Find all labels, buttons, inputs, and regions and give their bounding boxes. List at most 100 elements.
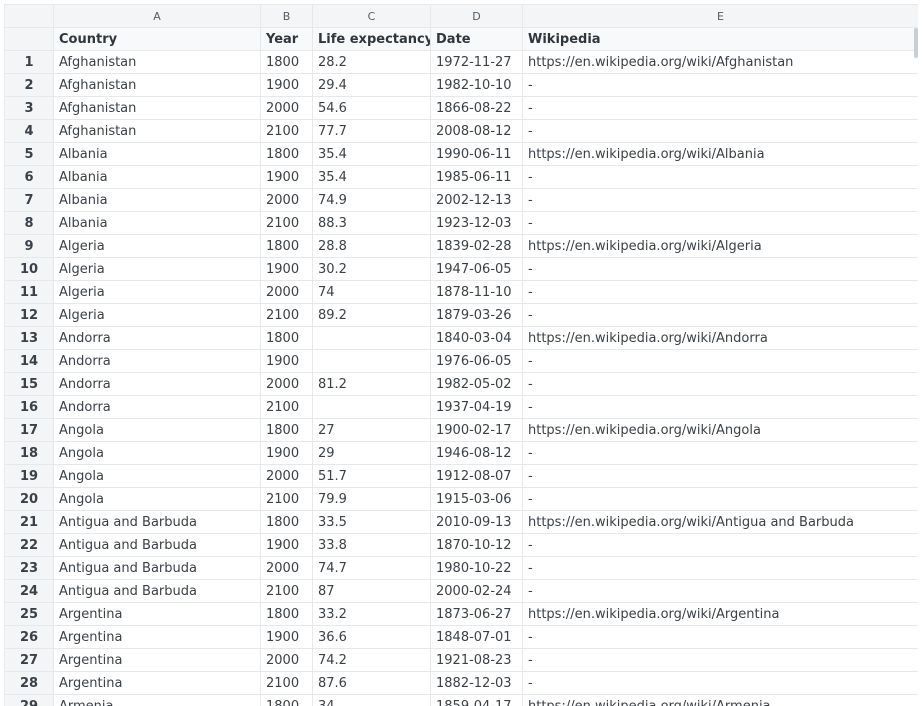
life-expectancy-cell[interactable]: 34 xyxy=(312,694,431,706)
country-cell[interactable]: Albania xyxy=(53,142,261,166)
country-cell[interactable]: Antigua and Barbuda xyxy=(53,579,261,603)
vertical-scrollbar[interactable] xyxy=(914,28,918,58)
year-cell[interactable]: 1800 xyxy=(260,50,313,74)
row-number[interactable]: 13 xyxy=(4,326,54,350)
year-cell[interactable]: 2100 xyxy=(260,487,313,511)
wikipedia-cell[interactable]: - xyxy=(522,96,918,120)
life-expectancy-cell[interactable]: 87.6 xyxy=(312,671,431,695)
wikipedia-cell[interactable]: https://en.wikipedia.org/wiki/Argentina xyxy=(522,602,918,626)
country-cell[interactable]: Argentina xyxy=(53,602,261,626)
year-cell[interactable]: 2100 xyxy=(260,119,313,143)
date-cell[interactable]: 1912-08-07 xyxy=(430,464,523,488)
row-number[interactable]: 4 xyxy=(4,119,54,143)
country-cell[interactable]: Afghanistan xyxy=(53,50,261,74)
wikipedia-cell[interactable]: - xyxy=(522,625,918,649)
life-expectancy-cell[interactable]: 81.2 xyxy=(312,372,431,396)
country-cell[interactable]: Antigua and Barbuda xyxy=(53,556,261,580)
date-cell[interactable]: 1900-02-17 xyxy=(430,418,523,442)
wikipedia-cell[interactable]: https://en.wikipedia.org/wiki/Andorra xyxy=(522,326,918,350)
year-cell[interactable]: 1800 xyxy=(260,602,313,626)
life-expectancy-cell[interactable]: 79.9 xyxy=(312,487,431,511)
row-number[interactable]: 9 xyxy=(4,234,54,258)
year-cell[interactable]: 2000 xyxy=(260,188,313,212)
date-cell[interactable]: 1878-11-10 xyxy=(430,280,523,304)
year-cell[interactable]: 2100 xyxy=(260,211,313,235)
row-number[interactable]: 27 xyxy=(4,648,54,672)
year-cell[interactable]: 1900 xyxy=(260,349,313,373)
column-letter-a[interactable]: A xyxy=(53,4,261,28)
row-number[interactable]: 1 xyxy=(4,50,54,74)
year-cell[interactable]: 1900 xyxy=(260,625,313,649)
date-cell[interactable]: 1982-05-02 xyxy=(430,372,523,396)
country-cell[interactable]: Argentina xyxy=(53,671,261,695)
date-cell[interactable]: 1972-11-27 xyxy=(430,50,523,74)
country-cell[interactable]: Argentina xyxy=(53,648,261,672)
life-expectancy-cell[interactable]: 33.8 xyxy=(312,533,431,557)
life-expectancy-cell[interactable]: 89.2 xyxy=(312,303,431,327)
life-expectancy-cell[interactable]: 28.2 xyxy=(312,50,431,74)
life-expectancy-cell[interactable]: 35.4 xyxy=(312,165,431,189)
row-number[interactable]: 18 xyxy=(4,441,54,465)
wikipedia-cell[interactable]: - xyxy=(522,464,918,488)
wikipedia-cell[interactable]: - xyxy=(522,648,918,672)
date-cell[interactable]: 1848-07-01 xyxy=(430,625,523,649)
date-cell[interactable]: 1840-03-04 xyxy=(430,326,523,350)
row-number[interactable]: 20 xyxy=(4,487,54,511)
row-number[interactable]: 6 xyxy=(4,165,54,189)
date-cell[interactable]: 1923-12-03 xyxy=(430,211,523,235)
wikipedia-cell[interactable]: - xyxy=(522,211,918,235)
date-cell[interactable]: 1839-02-28 xyxy=(430,234,523,258)
country-cell[interactable]: Albania xyxy=(53,165,261,189)
country-cell[interactable]: Afghanistan xyxy=(53,96,261,120)
life-expectancy-cell[interactable]: 27 xyxy=(312,418,431,442)
life-expectancy-cell[interactable]: 74.2 xyxy=(312,648,431,672)
year-cell[interactable]: 1900 xyxy=(260,165,313,189)
date-cell[interactable]: 2010-09-13 xyxy=(430,510,523,534)
wikipedia-cell[interactable]: https://en.wikipedia.org/wiki/Algeria xyxy=(522,234,918,258)
header-row-number[interactable] xyxy=(4,27,54,51)
life-expectancy-cell[interactable]: 35.4 xyxy=(312,142,431,166)
wikipedia-cell[interactable]: https://en.wikipedia.org/wiki/Albania xyxy=(522,142,918,166)
row-number[interactable]: 3 xyxy=(4,96,54,120)
life-expectancy-cell[interactable]: 77.7 xyxy=(312,119,431,143)
row-number[interactable]: 23 xyxy=(4,556,54,580)
row-number[interactable]: 10 xyxy=(4,257,54,281)
wikipedia-cell[interactable]: - xyxy=(522,671,918,695)
life-expectancy-cell[interactable]: 74.7 xyxy=(312,556,431,580)
date-cell[interactable]: 1947-06-05 xyxy=(430,257,523,281)
year-cell[interactable]: 2100 xyxy=(260,303,313,327)
life-expectancy-cell[interactable]: 74.9 xyxy=(312,188,431,212)
year-cell[interactable]: 1900 xyxy=(260,73,313,97)
date-cell[interactable]: 1921-08-23 xyxy=(430,648,523,672)
country-cell[interactable]: Angola xyxy=(53,418,261,442)
row-number[interactable]: 25 xyxy=(4,602,54,626)
row-number[interactable]: 2 xyxy=(4,73,54,97)
column-letter-c[interactable]: C xyxy=(312,4,431,28)
year-cell[interactable]: 1800 xyxy=(260,142,313,166)
life-expectancy-cell[interactable]: 30.2 xyxy=(312,257,431,281)
date-cell[interactable]: 1946-08-12 xyxy=(430,441,523,465)
row-number[interactable]: 21 xyxy=(4,510,54,534)
date-cell[interactable]: 2000-02-24 xyxy=(430,579,523,603)
life-expectancy-cell[interactable]: 54.6 xyxy=(312,96,431,120)
country-cell[interactable]: Algeria xyxy=(53,303,261,327)
row-number[interactable]: 8 xyxy=(4,211,54,235)
header-cell-date[interactable]: Date xyxy=(430,27,523,51)
row-number[interactable]: 11 xyxy=(4,280,54,304)
life-expectancy-cell[interactable]: 29 xyxy=(312,441,431,465)
life-expectancy-cell[interactable]: 33.5 xyxy=(312,510,431,534)
country-cell[interactable]: Andorra xyxy=(53,349,261,373)
life-expectancy-cell[interactable] xyxy=(312,395,431,419)
row-number[interactable]: 29 xyxy=(4,694,54,706)
country-cell[interactable]: Argentina xyxy=(53,625,261,649)
wikipedia-cell[interactable]: https://en.wikipedia.org/wiki/Afghanista… xyxy=(522,50,918,74)
date-cell[interactable]: 1985-06-11 xyxy=(430,165,523,189)
country-cell[interactable]: Andorra xyxy=(53,395,261,419)
year-cell[interactable]: 2100 xyxy=(260,671,313,695)
country-cell[interactable]: Angola xyxy=(53,441,261,465)
wikipedia-cell[interactable]: https://en.wikipedia.org/wiki/Angola xyxy=(522,418,918,442)
date-cell[interactable]: 2002-12-13 xyxy=(430,188,523,212)
row-number[interactable]: 15 xyxy=(4,372,54,396)
wikipedia-cell[interactable]: https://en.wikipedia.org/wiki/Armenia xyxy=(522,694,918,706)
row-number[interactable]: 12 xyxy=(4,303,54,327)
